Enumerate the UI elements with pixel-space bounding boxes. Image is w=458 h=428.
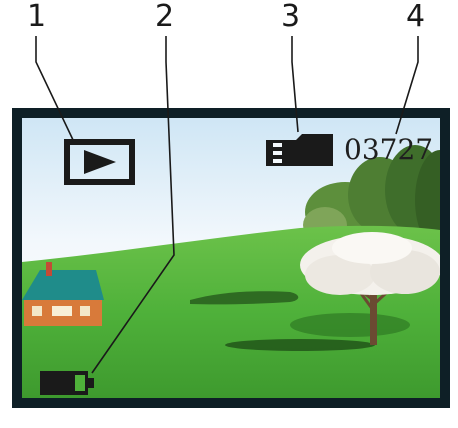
tree-shadow (225, 339, 375, 351)
battery-icon (40, 371, 94, 395)
file-counter: 03727 (344, 133, 434, 166)
camera-display-diagram (12, 36, 450, 408)
